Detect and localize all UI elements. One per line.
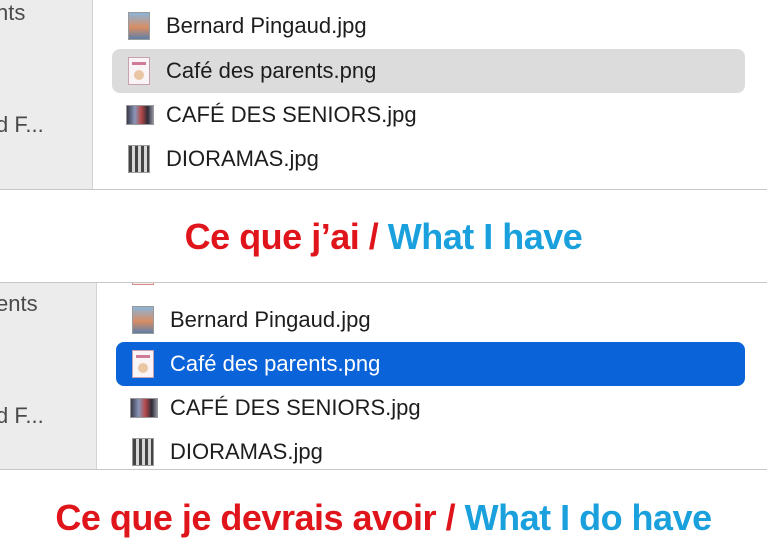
file-row[interactable]: Bernard Pingaud.jpg (112, 4, 745, 48)
caption-what-i-do-have: Ce que je devrais avoir / What I do have (0, 497, 767, 539)
caption-english: What I do have (464, 497, 713, 538)
portrait-thumbnail-icon (132, 306, 154, 334)
file-list: Bernard Pingaud.jpg Café des parents.png… (92, 0, 767, 189)
caption-separator: / (445, 497, 456, 538)
diorama-thumbnail-icon (128, 145, 150, 173)
file-name: CAFÉ DES SENIORS.jpg (170, 395, 421, 420)
sidebar-item-partial[interactable]: nts (0, 0, 25, 26)
wide-photo-thumbnail-icon (130, 398, 158, 418)
file-name: Bernard Pingaud.jpg (166, 13, 367, 38)
finder-sidebar: nts d F... (0, 0, 93, 189)
file-row[interactable]: DIORAMAS.jpg (112, 137, 745, 181)
file-list: Bernard Pingaud.jpg Café des parents.png… (96, 283, 767, 469)
file-name: DIORAMAS.jpg (170, 439, 323, 464)
finder-sidebar: ents d F... (0, 283, 97, 469)
finder-window-active: ents d F... Bernard Pingaud.jpg Café des… (0, 282, 767, 470)
wide-photo-thumbnail-icon (126, 105, 154, 125)
caption-french: Ce que j’ai (184, 216, 360, 257)
sidebar-item-partial[interactable]: d F... (0, 112, 44, 138)
file-name: Café des parents.png (166, 58, 377, 83)
file-name: CAFÉ DES SENIORS.jpg (166, 102, 417, 127)
file-row[interactable]: CAFÉ DES SENIORS.jpg (116, 386, 745, 430)
file-name: Bernard Pingaud.jpg (170, 307, 371, 332)
file-row[interactable]: DIORAMAS.jpg (116, 430, 745, 469)
file-row-selected[interactable]: Café des parents.png (116, 342, 745, 386)
caption-separator: / (368, 216, 379, 257)
sidebar-item-partial[interactable]: d F... (0, 403, 44, 429)
file-name: DIORAMAS.jpg (166, 146, 319, 171)
caption-english: What I have (387, 216, 583, 257)
finder-window-inactive: nts d F... Bernard Pingaud.jpg Café des … (0, 0, 767, 190)
file-row-clipped[interactable] (116, 283, 745, 289)
sidebar-item-partial[interactable]: ents (0, 291, 38, 317)
file-row[interactable]: Bernard Pingaud.jpg (116, 298, 745, 342)
diorama-thumbnail-icon (132, 438, 154, 466)
file-row[interactable]: CAFÉ DES SENIORS.jpg (112, 93, 745, 137)
file-name: Café des parents.png (170, 351, 381, 376)
poster-thumbnail-icon (128, 57, 150, 85)
caption-what-i-have: Ce que j’ai / What I have (0, 216, 767, 258)
file-thumbnail-icon (132, 283, 154, 285)
portrait-thumbnail-icon (128, 12, 150, 40)
caption-french: Ce que je devrais avoir (55, 497, 437, 538)
file-row-selected[interactable]: Café des parents.png (112, 49, 745, 93)
poster-thumbnail-icon (132, 350, 154, 378)
